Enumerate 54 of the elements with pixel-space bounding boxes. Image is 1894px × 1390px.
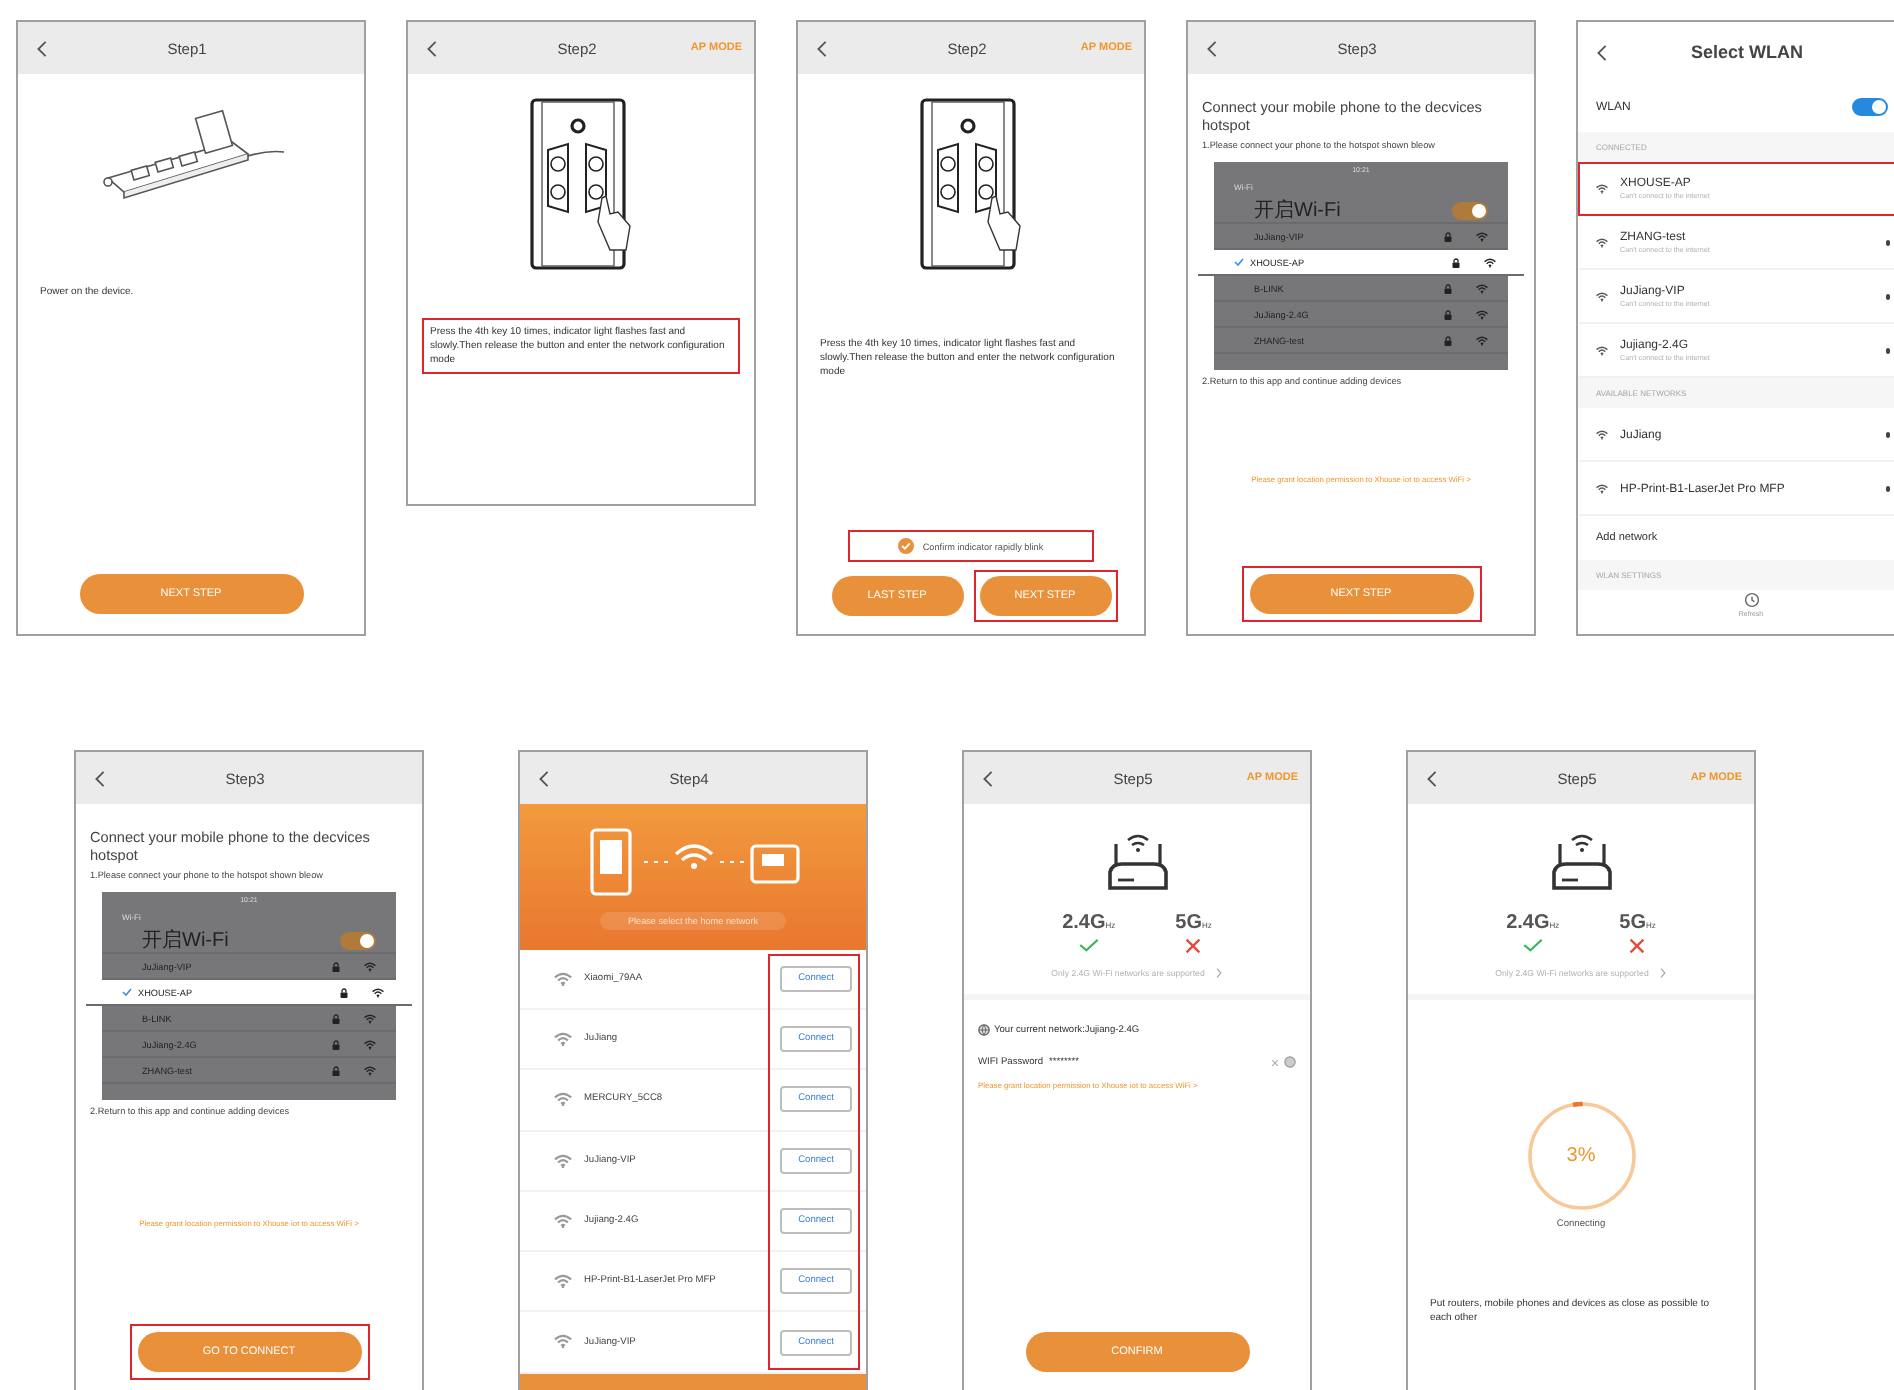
lock-icon (332, 961, 340, 972)
wifi-icon (554, 1213, 572, 1229)
lock-icon (332, 1039, 340, 1050)
globe-icon (978, 1024, 990, 1036)
back-icon[interactable] (538, 769, 550, 787)
check-icon (122, 988, 132, 997)
lock-icon (340, 987, 348, 998)
wifi-icon (554, 1092, 572, 1107)
wifi-icon (1596, 238, 1608, 248)
wifi-icon (364, 961, 376, 972)
back-icon[interactable] (982, 769, 994, 787)
toggle-switch[interactable] (1852, 98, 1888, 116)
back-icon[interactable] (1596, 43, 1608, 61)
wifi-icon (1596, 184, 1608, 194)
wifi-icon (554, 1274, 572, 1289)
lock-icon (1444, 335, 1452, 346)
wifi-icon (1476, 335, 1488, 346)
wifi-icon (1596, 430, 1608, 440)
back-icon[interactable] (816, 39, 828, 57)
lock-icon (1452, 257, 1460, 268)
wifi-icon (372, 987, 384, 998)
wifi-icon (554, 971, 572, 986)
lock-icon (1444, 283, 1452, 294)
back-icon[interactable] (94, 769, 106, 787)
back-icon[interactable] (1426, 769, 1438, 787)
refresh-icon[interactable] (1743, 592, 1759, 608)
wifi-icon (364, 1039, 376, 1050)
wifi-icon (554, 1334, 572, 1350)
back-icon[interactable] (36, 39, 48, 57)
wifi-icon (554, 1153, 572, 1168)
wifi-icon (1596, 484, 1608, 494)
checkbox[interactable] (898, 538, 915, 554)
wifi-icon (1476, 231, 1488, 242)
wifi-icon (554, 1031, 572, 1047)
wifi-icon (364, 1065, 376, 1076)
toggle-switch[interactable] (1452, 201, 1488, 220)
lock-icon (1444, 231, 1452, 242)
back-icon[interactable] (426, 39, 438, 57)
wifi-toggle-label: 开启Wi-Fi (1254, 197, 1343, 225)
progress-reading: 3% (1566, 1145, 1596, 1167)
check-icon (1234, 258, 1244, 267)
back-icon[interactable] (1206, 39, 1218, 57)
wifi-icon (1596, 346, 1608, 356)
lock-icon (332, 1013, 340, 1024)
lock-icon (1444, 309, 1452, 320)
wifi-icon (1484, 257, 1496, 268)
wifi-icon (1476, 309, 1488, 320)
wifi-toggle-label: 开启Wi-Fi (142, 927, 231, 955)
wifi-icon (1596, 292, 1608, 302)
lock-icon (332, 1065, 340, 1076)
screen-title: Select WLAN (1690, 42, 1803, 62)
wifi-icon (364, 1013, 376, 1024)
toggle-switch[interactable] (340, 931, 376, 950)
wifi-icon (1476, 283, 1488, 294)
